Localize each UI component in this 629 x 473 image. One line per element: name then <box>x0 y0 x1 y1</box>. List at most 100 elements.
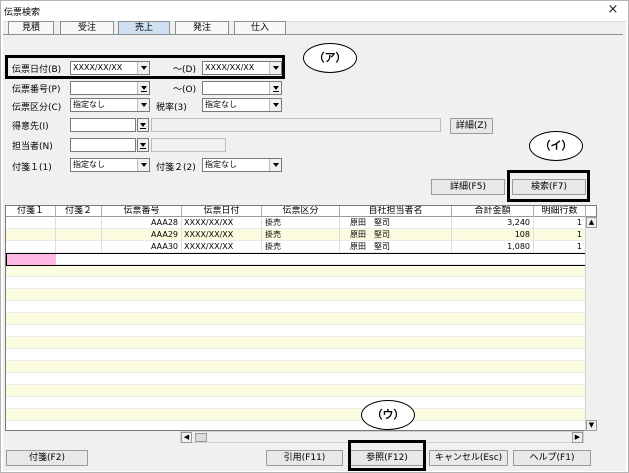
col-total[interactable]: 合計金額 <box>452 206 534 217</box>
tax-label: 税率(3) <box>156 103 187 113</box>
col-staff[interactable]: 自社担当者名 <box>340 206 452 217</box>
callout-a-highlight <box>5 55 285 79</box>
customer-name-display <box>151 118 441 132</box>
callout-u-label: （ウ） <box>361 400 415 430</box>
cell-total: 1,080 <box>452 241 534 253</box>
detail-f5-button[interactable]: 詳細(F5) <box>431 179 505 195</box>
number-to-label: ～(O) <box>173 85 197 95</box>
vertical-scrollbar[interactable]: ▲ ▼ <box>585 217 597 431</box>
callout-a-label: （ア） <box>303 43 357 73</box>
detail-z-button[interactable]: 詳細(Z) <box>450 118 493 134</box>
staff-lookup-icon[interactable] <box>137 138 149 152</box>
customer-label: 得意先(I) <box>12 122 49 132</box>
scroll-left-icon[interactable]: ◀ <box>181 432 192 443</box>
cell-date: XXXX/XX/XX <box>182 241 262 253</box>
kubun-select[interactable]: 指定なし <box>70 98 150 112</box>
cell-tag2 <box>56 241 102 253</box>
cell-lines: 1 <box>534 229 586 241</box>
search-window: 伝票検索 × 見積 受注 売上 発注 仕入 伝票日付(B) XXXX/XX/XX… <box>0 0 629 473</box>
cell-staff: 原田 堅司 <box>340 229 452 241</box>
tag-button[interactable]: 付箋(F2) <box>6 450 88 466</box>
cell-total: 108 <box>452 229 534 241</box>
tag2-value: 指定なし <box>205 160 237 169</box>
empty-grid-row[interactable] <box>6 337 586 349</box>
tab-purchase[interactable]: 仕入 <box>234 21 286 35</box>
cell-lines: 1 <box>534 217 586 229</box>
empty-grid-row[interactable] <box>6 277 586 289</box>
customer-code-field[interactable] <box>70 118 136 132</box>
col-tag1[interactable]: 付箋１ <box>6 206 56 217</box>
col-lines[interactable]: 明細行数 <box>534 206 586 217</box>
grid-header: 付箋１ 付箋２ 伝票番号 伝票日付 伝票区分 自社担当者名 合計金額 明細行数 <box>6 206 596 217</box>
cell-kubun: 掛売 <box>262 241 340 253</box>
scroll-down-icon[interactable]: ▼ <box>586 420 597 431</box>
tag2-select[interactable]: 指定なし <box>202 158 282 172</box>
tab-sales[interactable]: 売上 <box>118 21 170 35</box>
close-icon[interactable]: × <box>606 3 620 17</box>
number-to-field[interactable] <box>202 81 282 95</box>
empty-grid-row[interactable] <box>6 349 586 361</box>
kubun-label: 伝票区分(C) <box>12 103 62 113</box>
cell-tag1 <box>6 241 56 253</box>
empty-grid-row[interactable] <box>6 385 586 397</box>
callout-i-highlight <box>507 170 590 202</box>
tab-purchase-order[interactable]: 発注 <box>175 21 229 35</box>
callout-i-label: （イ） <box>529 131 583 161</box>
table-row[interactable]: AAA29 XXXX/XX/XX 掛売 原田 堅司 108 1 <box>6 229 586 241</box>
scroll-thumb[interactable] <box>195 433 207 442</box>
cancel-button[interactable]: キャンセル(Esc) <box>429 450 508 466</box>
tag1-label: 付箋１(1) <box>12 163 52 173</box>
empty-grid-row[interactable] <box>6 397 586 409</box>
empty-grid-row[interactable] <box>6 409 586 421</box>
chevron-down-icon[interactable] <box>269 99 281 111</box>
cell-date: XXXX/XX/XX <box>182 229 262 241</box>
tag2-label: 付箋２(2) <box>156 163 196 173</box>
empty-grid-row[interactable] <box>6 313 586 325</box>
cell-staff: 原田 堅司 <box>340 241 452 253</box>
tag1-select[interactable]: 指定なし <box>70 158 150 172</box>
tax-select[interactable]: 指定なし <box>202 98 282 112</box>
cell-total: 3,240 <box>452 217 534 229</box>
staff-name-display <box>151 138 226 152</box>
cell-number: AAA28 <box>102 217 182 229</box>
cell-number: AAA30 <box>102 241 182 253</box>
chevron-down-icon[interactable] <box>137 99 149 111</box>
staff-code-field[interactable] <box>70 138 136 152</box>
col-date[interactable]: 伝票日付 <box>182 206 262 217</box>
scroll-right-icon[interactable]: ▶ <box>572 432 583 443</box>
chevron-down-icon[interactable] <box>269 159 281 171</box>
number-from-field[interactable] <box>70 81 150 95</box>
cell-tag1 <box>6 229 56 241</box>
tab-order[interactable]: 受注 <box>60 21 114 35</box>
table-row[interactable]: AAA30 XXXX/XX/XX 掛売 原田 堅司 1,080 1 <box>6 241 586 253</box>
cell-kubun: 掛売 <box>262 229 340 241</box>
cell-staff: 原田 堅司 <box>340 217 452 229</box>
empty-grid-row[interactable] <box>6 373 586 385</box>
tab-divider <box>3 34 623 35</box>
title-bar: 伝票検索 × <box>1 1 628 21</box>
empty-grid-row[interactable] <box>6 289 586 301</box>
customer-lookup-icon[interactable] <box>137 118 149 132</box>
tab-estimate[interactable]: 見積 <box>8 21 54 35</box>
tax-value: 指定なし <box>205 100 237 109</box>
cite-button[interactable]: 引用(F11) <box>266 450 343 466</box>
empty-grid-row[interactable] <box>6 361 586 373</box>
cell-date: XXXX/XX/XX <box>182 217 262 229</box>
col-number[interactable]: 伝票番号 <box>102 206 182 217</box>
lookup-icon[interactable] <box>269 82 281 94</box>
table-row[interactable]: AAA28 XXXX/XX/XX 掛売 原田 堅司 3,240 1 <box>6 217 586 229</box>
col-tag2[interactable]: 付箋２ <box>56 206 102 217</box>
empty-grid-row[interactable] <box>6 325 586 337</box>
scroll-up-icon[interactable]: ▲ <box>586 217 597 228</box>
empty-grid-row[interactable] <box>6 301 586 313</box>
callout-u-highlight <box>348 440 426 471</box>
lookup-icon[interactable] <box>137 82 149 94</box>
tag1-value: 指定なし <box>73 160 105 169</box>
cell-tag2 <box>56 229 102 241</box>
col-kubun[interactable]: 伝票区分 <box>262 206 340 217</box>
results-grid: 付箋１ 付箋２ 伝票番号 伝票日付 伝票区分 自社担当者名 合計金額 明細行数 … <box>5 205 597 431</box>
chevron-down-icon[interactable] <box>137 159 149 171</box>
help-button[interactable]: ヘルプ(F1) <box>513 450 591 466</box>
window-title: 伝票検索 <box>4 8 41 18</box>
empty-grid-row[interactable] <box>6 265 586 277</box>
